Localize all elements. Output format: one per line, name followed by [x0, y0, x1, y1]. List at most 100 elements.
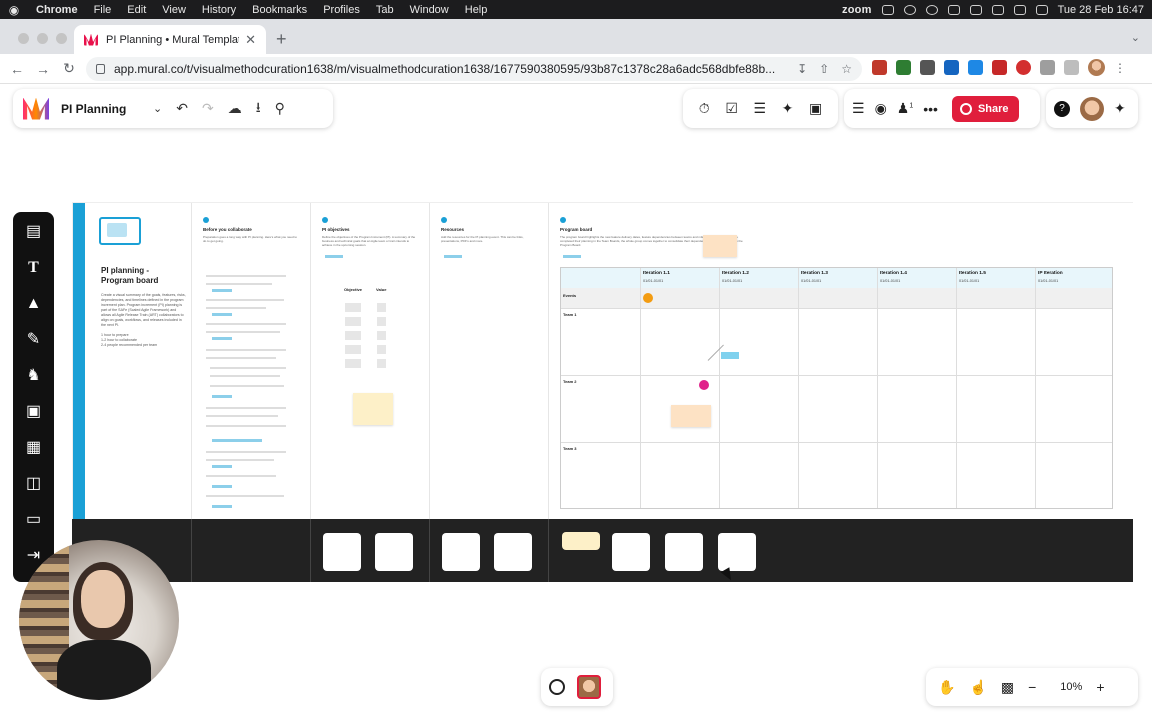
- objective-cell[interactable]: [345, 317, 361, 326]
- guide-link[interactable]: [212, 395, 232, 398]
- menu-help[interactable]: Help: [457, 4, 496, 16]
- profile-avatar[interactable]: [1088, 59, 1105, 76]
- wifi-icon[interactable]: [991, 4, 1004, 15]
- status-icon-1[interactable]: [881, 4, 894, 15]
- browser-tab-active[interactable]: PI Planning • Mural Templates ✕: [74, 25, 266, 54]
- section-pi-objectives[interactable]: PI objectives Define the objectives of t…: [311, 203, 430, 519]
- cloud-save-icon[interactable]: ☁: [228, 100, 242, 117]
- chrome-menu-icon[interactable]: ⋮: [1114, 61, 1126, 75]
- extension-icon-2[interactable]: [896, 60, 911, 75]
- back-arrow-icon[interactable]: ←: [4, 61, 30, 77]
- llama-icon[interactable]: ♞: [25, 366, 43, 386]
- close-tab-icon[interactable]: ✕: [245, 32, 256, 48]
- menu-window[interactable]: Window: [402, 4, 457, 16]
- extension-icon-1[interactable]: [872, 60, 887, 75]
- forward-arrow-icon[interactable]: →: [30, 61, 56, 77]
- objective-cell[interactable]: [345, 345, 361, 354]
- objective-cell[interactable]: [345, 303, 361, 312]
- zoom-status[interactable]: zoom: [842, 4, 872, 16]
- outline-icon[interactable]: ☰: [852, 100, 865, 117]
- more-icon[interactable]: •••: [923, 101, 938, 117]
- dependency-marker[interactable]: [699, 380, 709, 390]
- zoom-level[interactable]: 10%: [1060, 681, 1082, 693]
- status-icon-2[interactable]: [903, 4, 916, 15]
- guide-link[interactable]: [212, 289, 232, 292]
- help-icon[interactable]: ?: [1054, 100, 1070, 117]
- extensions-puzzle-icon[interactable]: [1040, 60, 1055, 75]
- comments-icon[interactable]: ◉: [875, 100, 887, 117]
- text-icon[interactable]: T: [25, 258, 43, 278]
- timer-link[interactable]: [563, 255, 581, 258]
- zoom-out-icon[interactable]: −: [1028, 679, 1036, 695]
- templates-icon[interactable]: ▦: [25, 438, 43, 458]
- board-menu-chevron-icon[interactable]: ⌄: [153, 102, 162, 115]
- guide-link[interactable]: [212, 337, 232, 340]
- menu-tab[interactable]: Tab: [368, 4, 402, 16]
- status-icon-3[interactable]: [925, 4, 938, 15]
- image-icon[interactable]: ▣: [25, 402, 43, 422]
- reload-icon[interactable]: ↻: [56, 60, 82, 77]
- timer-link[interactable]: [444, 255, 462, 258]
- thumbnail[interactable]: [323, 533, 361, 571]
- template-cover[interactable]: PI planning - Program board Create a vis…: [73, 203, 192, 519]
- guide-link[interactable]: [212, 313, 232, 316]
- checklist-icon[interactable]: ☑: [725, 100, 738, 117]
- guide-link[interactable]: [212, 439, 262, 442]
- menu-history[interactable]: History: [194, 4, 244, 16]
- value-cell[interactable]: [377, 331, 386, 340]
- program-board-grid[interactable]: Iteration 1.1 01/01-01/01 Iteration 1.2 …: [560, 267, 1113, 509]
- thumbnail[interactable]: [718, 533, 756, 571]
- sticky-note-tip[interactable]: [353, 393, 393, 425]
- value-cell[interactable]: [377, 303, 386, 312]
- guide-link[interactable]: [212, 505, 232, 508]
- event-milestone[interactable]: [643, 293, 653, 303]
- menu-view[interactable]: View: [154, 4, 194, 16]
- timer-icon[interactable]: ⏱: [699, 100, 710, 117]
- toolbox-icon[interactable]: ▣: [809, 100, 822, 117]
- guide-link[interactable]: [212, 485, 232, 488]
- control-center-icon[interactable]: [1035, 4, 1048, 15]
- shapes-icon[interactable]: ▲: [25, 294, 43, 314]
- mural-logo-icon[interactable]: [23, 97, 49, 120]
- value-cell[interactable]: [377, 359, 386, 368]
- new-tab-button[interactable]: +: [276, 29, 287, 50]
- download-icon[interactable]: ⭳: [256, 97, 261, 121]
- laser-pointer-icon[interactable]: ✦: [782, 100, 794, 117]
- menu-profiles[interactable]: Profiles: [315, 4, 368, 16]
- emoji-reaction-icon[interactable]: [549, 679, 565, 695]
- zoom-in-icon[interactable]: +: [1096, 679, 1104, 695]
- menu-edit[interactable]: Edit: [119, 4, 154, 16]
- ai-sparkle-icon[interactable]: ✦: [1114, 100, 1126, 117]
- undo-icon[interactable]: ↶: [176, 100, 188, 117]
- search-icon[interactable]: ⚲: [275, 100, 285, 117]
- value-cell[interactable]: [377, 317, 386, 326]
- hand-pan-icon[interactable]: ✋: [938, 679, 955, 696]
- section-before-collaborate[interactable]: Before you collaborate Preparation goes …: [192, 203, 311, 519]
- tab-search-chevron-icon[interactable]: ⌄: [1131, 31, 1140, 44]
- private-mode-icon[interactable]: ☰: [753, 100, 766, 117]
- search-spotlight-icon[interactable]: [1013, 4, 1026, 15]
- thumbnail[interactable]: [612, 533, 650, 571]
- close-window-button[interactable]: [18, 33, 29, 44]
- collaborator-avatar[interactable]: [577, 675, 601, 699]
- bluetooth-icon[interactable]: [969, 4, 982, 15]
- thumbnail-sticky[interactable]: [562, 532, 600, 550]
- menu-file[interactable]: File: [86, 4, 120, 16]
- share-button[interactable]: Share: [951, 95, 1019, 122]
- guide-link[interactable]: [212, 465, 232, 468]
- side-panel-icon[interactable]: [1064, 60, 1079, 75]
- value-cell[interactable]: [377, 345, 386, 354]
- menu-app-name[interactable]: Chrome: [28, 4, 86, 16]
- install-app-icon[interactable]: ↧: [797, 62, 807, 76]
- adblock-icon[interactable]: [1016, 60, 1031, 75]
- thumbnail[interactable]: [494, 533, 532, 571]
- objective-cell[interactable]: [345, 331, 361, 340]
- sticky-note-hint[interactable]: [703, 235, 737, 257]
- objective-cell[interactable]: [345, 359, 361, 368]
- user-avatar[interactable]: [1080, 96, 1104, 121]
- feature-card[interactable]: [721, 352, 739, 359]
- extension-icon-4[interactable]: [944, 60, 959, 75]
- minimap-icon[interactable]: ▩: [1001, 679, 1014, 696]
- lock-icon[interactable]: [96, 64, 105, 74]
- thumbnail[interactable]: [442, 533, 480, 571]
